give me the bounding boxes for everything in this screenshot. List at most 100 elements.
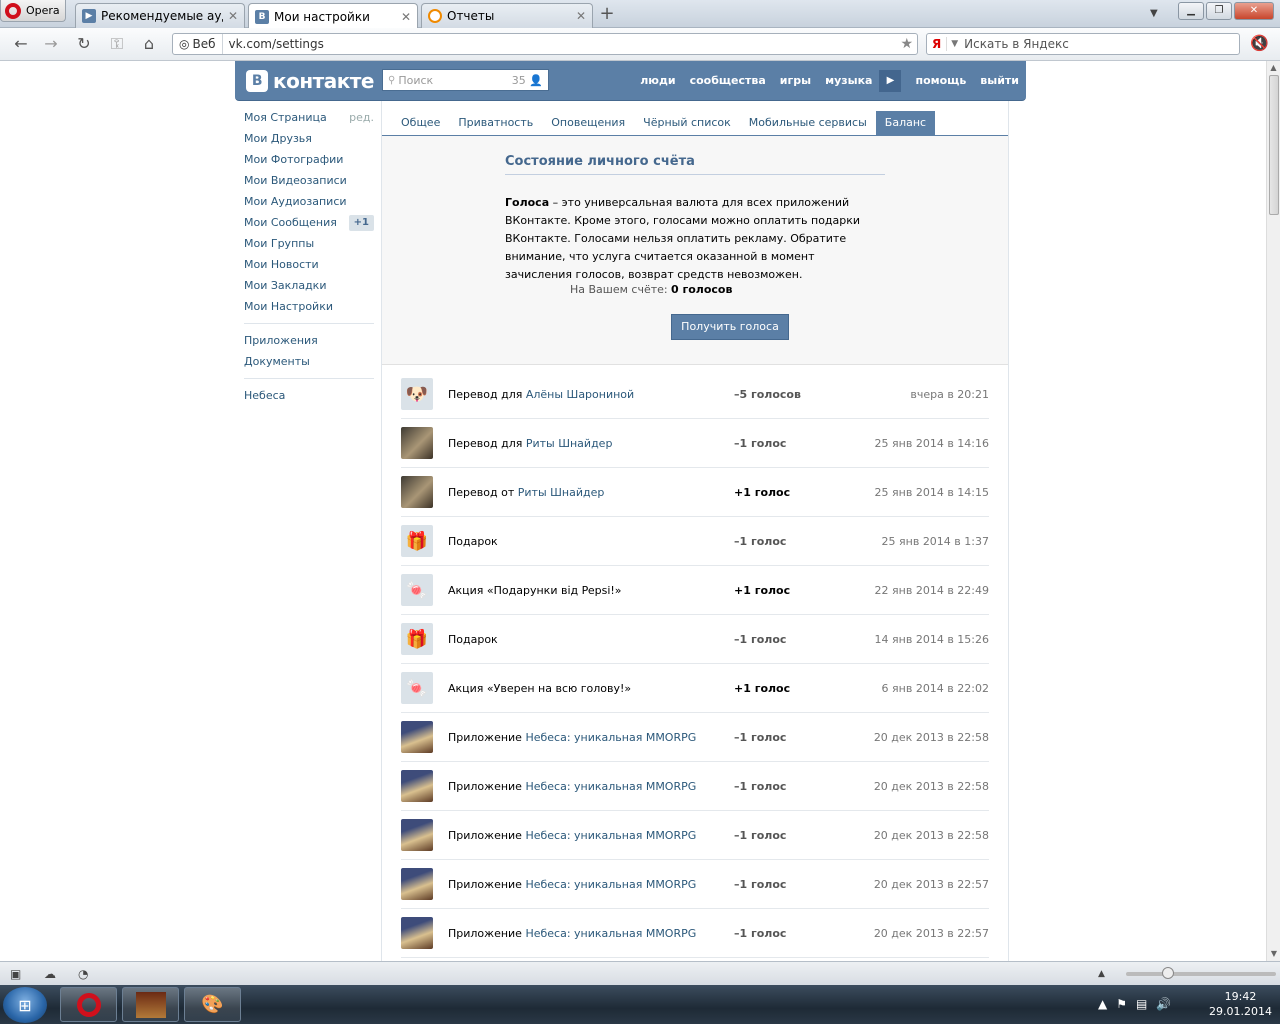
close-window-button[interactable]: ✕ bbox=[1234, 2, 1274, 20]
transaction-description: Подарок bbox=[448, 534, 498, 548]
nav-help[interactable]: помощь bbox=[908, 61, 973, 101]
transaction-link[interactable]: Небеса: уникальная MMORPG bbox=[525, 780, 696, 793]
dog-avatar[interactable]: 🐶 bbox=[401, 378, 433, 410]
yandex-logo-icon[interactable]: Я bbox=[927, 37, 948, 51]
reload-icon[interactable]: ↻ bbox=[73, 34, 95, 53]
tab-privacy[interactable]: Приватность bbox=[449, 111, 542, 135]
flag-icon[interactable]: ⚑ bbox=[1116, 997, 1127, 1011]
new-tab-button[interactable]: + bbox=[596, 5, 618, 25]
home-icon[interactable]: ⌂ bbox=[138, 34, 160, 53]
nav-communities[interactable]: сообщества bbox=[683, 61, 773, 101]
tab-close-icon[interactable]: ✕ bbox=[576, 9, 586, 23]
network-icon[interactable]: ▤ bbox=[1136, 997, 1147, 1011]
cloud-icon[interactable]: ☁ bbox=[44, 967, 56, 981]
tab-close-icon[interactable]: ✕ bbox=[228, 9, 238, 23]
scroll-up-icon[interactable]: ▲ bbox=[1267, 61, 1280, 75]
tab-list-chevron-icon[interactable]: ▼ bbox=[1150, 8, 1158, 19]
tab-reports[interactable]: Отчеты ✕ bbox=[421, 3, 593, 28]
transaction-row: Приложение Небеса: уникальная MMORPG –1 г… bbox=[401, 909, 989, 958]
app-avatar[interactable] bbox=[401, 917, 433, 949]
transaction-amount: –1 голос bbox=[734, 730, 787, 744]
girl-avatar[interactable] bbox=[401, 476, 433, 508]
minimize-button[interactable]: ▁ bbox=[1178, 2, 1204, 20]
left-menu-item[interactable]: Мои Сообщения +1 bbox=[244, 212, 374, 233]
tab-balance[interactable]: Баланс bbox=[875, 111, 936, 135]
transaction-link[interactable]: Небеса: уникальная MMORPG bbox=[525, 731, 696, 744]
bookmark-star-icon[interactable]: ★ bbox=[900, 36, 917, 52]
windows-start-button[interactable]: ⊞ bbox=[3, 987, 47, 1023]
game-icon bbox=[135, 991, 166, 1018]
tab-blacklist[interactable]: Чёрный список bbox=[634, 111, 740, 135]
left-menu-item[interactable]: Моя Страница ред. bbox=[244, 107, 374, 128]
speed-dial-icon[interactable]: ◔ bbox=[78, 967, 88, 981]
vk-search-input[interactable]: ⚲ Поиск 35 👤 bbox=[382, 69, 549, 91]
key-icon[interactable]: ⚿ bbox=[106, 34, 128, 54]
volume-icon[interactable]: 🔊 bbox=[1156, 997, 1171, 1011]
left-menu-item[interactable]: Документы bbox=[244, 351, 374, 372]
yandex-search-field[interactable]: Я ▼ Искать в Яндекс bbox=[926, 33, 1240, 55]
transaction-link[interactable]: Риты Шнайдер bbox=[518, 486, 605, 499]
back-icon[interactable]: ← bbox=[10, 34, 32, 53]
search-engine-dropdown-icon[interactable]: ▼ bbox=[947, 39, 958, 49]
url-field[interactable]: vk.com/settings bbox=[223, 37, 901, 51]
messages-count-badge[interactable]: +1 bbox=[348, 214, 374, 231]
nav-logout[interactable]: выйти bbox=[973, 61, 1026, 101]
transaction-description: Приложение Небеса: уникальная MMORPG bbox=[448, 926, 697, 940]
vk-logo[interactable]: В контакте bbox=[246, 69, 374, 93]
nav-people[interactable]: люди bbox=[633, 61, 682, 101]
app-avatar[interactable] bbox=[401, 819, 433, 851]
clock[interactable]: 19:42 29.01.2014 bbox=[1209, 989, 1272, 1019]
transaction-link[interactable]: Небеса: уникальная MMORPG bbox=[525, 878, 696, 891]
scroll-thumb[interactable] bbox=[1269, 75, 1279, 215]
address-bar[interactable]: ◎ Веб vk.com/settings ★ bbox=[172, 33, 918, 55]
taskbar-game[interactable] bbox=[122, 987, 179, 1022]
nav-music[interactable]: музыка bbox=[818, 61, 879, 101]
taskbar-paint[interactable]: 🎨 bbox=[184, 987, 241, 1022]
transaction-description: Приложение Небеса: уникальная MMORPG bbox=[448, 730, 697, 744]
zoom-slider[interactable] bbox=[1126, 967, 1276, 979]
forward-icon[interactable]: → bbox=[40, 34, 62, 53]
zoom-knob[interactable] bbox=[1162, 967, 1174, 979]
girl-avatar[interactable] bbox=[401, 427, 433, 459]
scroll-down-icon[interactable]: ▼ bbox=[1267, 947, 1280, 961]
search-icon bbox=[428, 9, 442, 23]
web-badge[interactable]: ◎ Веб bbox=[173, 34, 223, 54]
transaction-link[interactable]: Небеса: уникальная MMORPG bbox=[525, 927, 696, 940]
page-scrollbar[interactable]: ▲ ▼ bbox=[1266, 61, 1280, 961]
view-up-icon[interactable]: ▲ bbox=[1098, 969, 1105, 979]
panel-toggle-icon[interactable]: ▣ bbox=[10, 967, 21, 981]
tab-notifications[interactable]: Оповещения bbox=[542, 111, 634, 135]
left-menu-item[interactable]: Мои Видеозаписи bbox=[244, 170, 374, 191]
app-avatar[interactable] bbox=[401, 770, 433, 802]
app-avatar[interactable] bbox=[401, 868, 433, 900]
left-menu-item[interactable]: Мои Группы bbox=[244, 233, 374, 254]
tab-my-settings[interactable]: B Мои настройки ✕ bbox=[248, 3, 418, 29]
tray-expand-icon[interactable]: ▲ bbox=[1098, 997, 1107, 1011]
left-menu-item[interactable]: Небеса bbox=[244, 385, 374, 406]
get-votes-button[interactable]: Получить голоса bbox=[671, 314, 789, 340]
left-menu-item[interactable]: Мои Фотографии bbox=[244, 149, 374, 170]
tab-recommended-audio[interactable]: ▶ Рекомендуемые ауди... ✕ bbox=[75, 3, 245, 28]
left-menu-item[interactable]: Мои Настройки bbox=[244, 296, 374, 317]
tab-close-icon[interactable]: ✕ bbox=[401, 10, 411, 24]
transaction-link[interactable]: Алёны Шарониной bbox=[526, 388, 634, 401]
settings-tabs: Общее Приватность Оповещения Чёрный спис… bbox=[382, 101, 1008, 136]
tab-mobile[interactable]: Мобильные сервисы bbox=[740, 111, 876, 135]
left-menu-item[interactable]: Мои Аудиозаписи bbox=[244, 191, 374, 212]
tab-general[interactable]: Общее bbox=[392, 111, 449, 135]
music-play-icon[interactable]: ▶ bbox=[879, 70, 902, 92]
speaker-mute-icon[interactable]: 🔇 bbox=[1250, 34, 1269, 52]
app-avatar[interactable] bbox=[401, 721, 433, 753]
restore-button[interactable]: ❐ bbox=[1206, 2, 1232, 20]
transaction-link[interactable]: Небеса: уникальная MMORPG bbox=[525, 829, 696, 842]
taskbar-opera[interactable] bbox=[60, 987, 117, 1022]
transaction-link[interactable]: Риты Шнайдер bbox=[526, 437, 613, 450]
edit-link[interactable]: ред. bbox=[349, 107, 374, 128]
opera-menu-button[interactable]: Opera bbox=[0, 0, 66, 22]
left-menu-item[interactable]: Приложения bbox=[244, 330, 374, 351]
left-menu-item[interactable]: Мои Закладки bbox=[244, 275, 374, 296]
left-menu-item[interactable]: Мои Новости bbox=[244, 254, 374, 275]
opera-menu-label: Opera bbox=[26, 4, 60, 17]
nav-games[interactable]: игры bbox=[773, 61, 818, 101]
left-menu-item[interactable]: Мои Друзья bbox=[244, 128, 374, 149]
